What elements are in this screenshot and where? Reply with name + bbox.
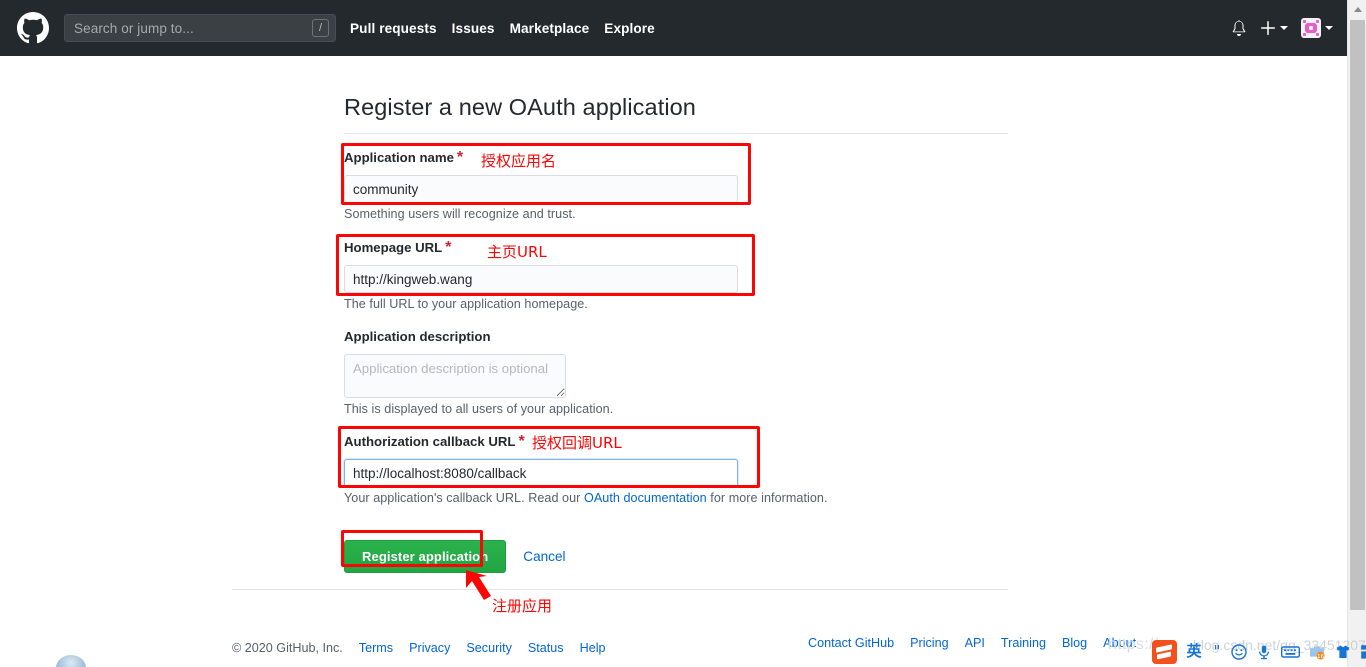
annotation-label-application-name: 授权应用名 (481, 152, 557, 170)
application-description-help: This is displayed to all users of your a… (344, 402, 614, 416)
ime-punctuation-button[interactable]: " (1211, 642, 1223, 662)
soft-keyboard-icon[interactable] (1280, 642, 1300, 662)
footer-link-status[interactable]: Status (528, 641, 564, 655)
required-marker: * (456, 149, 464, 166)
callback-help-prefix: Your application's callback URL. Read ou… (344, 491, 584, 505)
user-menu[interactable] (1301, 18, 1333, 38)
callback-url-help: Your application's callback URL. Read ou… (344, 491, 1008, 505)
ime-language-mode-button[interactable]: 英 (1184, 642, 1204, 662)
footer-link-terms[interactable]: Terms (359, 641, 393, 655)
annotation-label-register-button: 注册应用 (492, 597, 553, 615)
chevron-up-icon (1353, 6, 1362, 12)
footer-link-contact-github[interactable]: Contact GitHub (808, 636, 894, 650)
bell-icon[interactable] (1231, 20, 1247, 36)
footer-link-help[interactable]: Help (580, 641, 606, 655)
nav-issues[interactable]: Issues (452, 21, 495, 36)
watermark-text: https:// (1108, 636, 1159, 653)
footer-link-pricing[interactable]: Pricing (910, 636, 949, 650)
github-mark-icon[interactable] (16, 11, 50, 45)
header-actions (1231, 0, 1333, 56)
annotation-label-homepage-url: 主页URL (487, 243, 547, 261)
oauth-documentation-link[interactable]: OAuth documentation (584, 491, 707, 505)
microphone-icon[interactable] (1255, 642, 1273, 662)
toolbox-badge-icon[interactable]: 16 (1307, 642, 1327, 662)
search-input[interactable]: Search or jump to... / (64, 14, 336, 42)
screenshot-root: Search or jump to... / Pull requests Iss… (0, 0, 1366, 667)
footer-links-right: Contact GitHub Pricing API Training Blog… (808, 636, 1136, 650)
footer-link-security[interactable]: Security (466, 641, 512, 655)
svg-text:16: 16 (1317, 654, 1324, 660)
footer-divider (232, 589, 1008, 590)
cancel-link[interactable]: Cancel (523, 549, 565, 564)
footer-link-blog[interactable]: Blog (1062, 636, 1087, 650)
github-global-header: Search or jump to... / Pull requests Iss… (0, 0, 1347, 56)
sogou-ime-toolbar: 英 " 16 (1152, 636, 1366, 667)
callback-help-suffix: for more information. (706, 491, 828, 505)
footer-link-training[interactable]: Training (1001, 636, 1046, 650)
footer-link-api[interactable]: API (965, 636, 985, 650)
chevron-down-icon (1325, 26, 1333, 30)
page-scrollbar[interactable] (1347, 0, 1366, 667)
sogou-logo-icon[interactable] (1152, 639, 1177, 664)
scrollbar-thumb[interactable] (1350, 20, 1365, 610)
page-title: Register a new OAuth application (344, 94, 696, 120)
nav-pull-requests[interactable]: Pull requests (350, 21, 437, 36)
oauth-register-form-container: Register a new OAuth application Applica… (344, 56, 1008, 573)
homepage-url-help: The full URL to your application homepag… (344, 297, 588, 311)
footer-link-privacy[interactable]: Privacy (409, 641, 450, 655)
application-name-label: Application name (344, 150, 454, 165)
application-name-input[interactable] (344, 175, 738, 203)
page-content: Register a new OAuth application Applica… (0, 56, 1347, 667)
create-new-menu[interactable] (1260, 20, 1288, 36)
callback-url-label: Authorization callback URL (344, 434, 516, 449)
application-description-label: Application description (344, 329, 491, 344)
callback-url-input[interactable] (344, 459, 738, 487)
application-name-help: Something users will recognize and trust… (344, 207, 576, 221)
avatar[interactable] (1301, 18, 1321, 38)
search-shortcut-key: / (312, 19, 329, 37)
homepage-url-input[interactable] (344, 265, 738, 293)
chevron-down-icon (1280, 26, 1288, 30)
skin-shirt-icon[interactable] (1334, 642, 1352, 662)
emoji-icon[interactable] (1230, 642, 1248, 662)
homepage-url-label: Homepage URL (344, 240, 443, 255)
primary-nav: Pull requests Issues Marketplace Explore (350, 21, 655, 36)
field-callback-url: Authorization callback URL* Your applica… (344, 433, 1008, 505)
nav-marketplace[interactable]: Marketplace (510, 21, 590, 36)
search-placeholder: Search or jump to... (74, 20, 194, 36)
field-application-name: Application name* Something users will r… (344, 149, 1008, 221)
required-marker: * (518, 433, 525, 450)
title-divider (344, 133, 1008, 134)
copyright-text: © 2020 GitHub, Inc. (232, 641, 343, 655)
scrollbar-up-button[interactable] (1348, 0, 1366, 18)
required-marker: * (445, 239, 452, 256)
annotation-label-callback-url: 授权回调URL (532, 434, 622, 452)
application-description-textarea[interactable] (344, 354, 566, 398)
plus-icon[interactable] (1260, 20, 1276, 36)
field-application-description: Application description This is displaye… (344, 328, 1008, 416)
field-homepage-url: Homepage URL* The full URL to your appli… (344, 239, 1008, 311)
app-grid-icon[interactable] (1359, 642, 1366, 662)
nav-explore[interactable]: Explore (604, 21, 655, 36)
form-actions: Register application Cancel (344, 540, 1008, 573)
